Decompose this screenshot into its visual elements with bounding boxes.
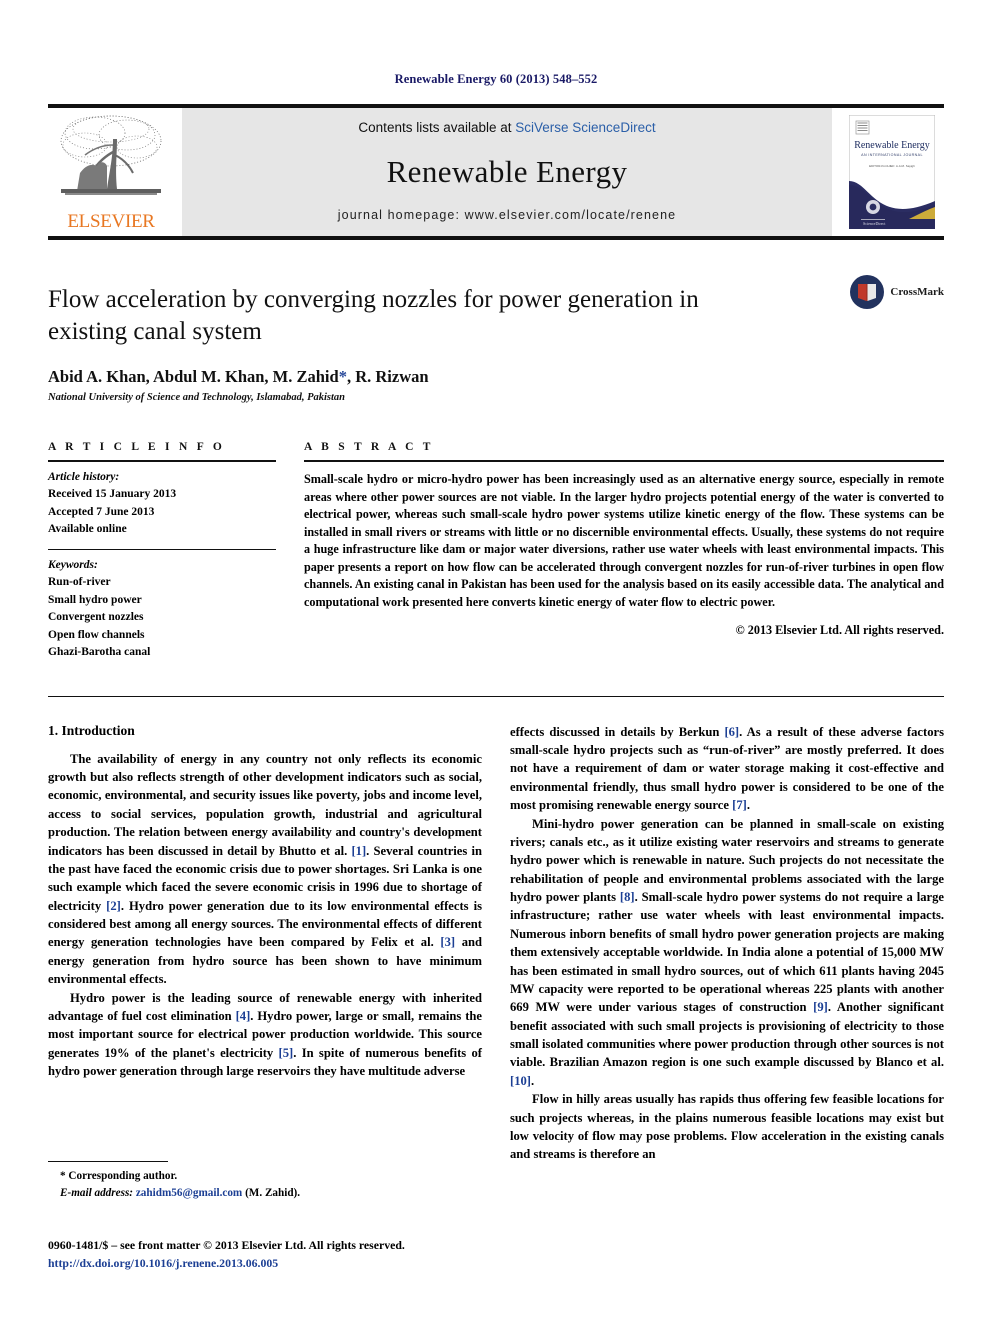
paragraph: The availability of energy in any countr… [48,751,482,987]
journal-cover-thumbnail: Renewable Energy AN INTERNATIONAL JOURNA… [840,108,944,236]
abstract-copyright: © 2013 Elsevier Ltd. All rights reserved… [735,622,944,637]
contents-available-line: Contents lists available at SciVerse Sci… [358,120,655,135]
paragraph: effects discussed in details by Berkun [… [510,724,944,813]
abstract-text: Small-scale hydro or micro-hydro power h… [304,472,944,609]
article-info-rule-top [48,460,276,462]
article-history-item: Available online [48,523,127,536]
article-history-label: Article history: [48,471,120,483]
crossmark-icon [850,275,885,309]
authors-tail: , R. Rizwan [346,367,429,386]
elsevier-logo: ELSEVIER [48,108,174,236]
article-history-group: Article history: Received 15 January 201… [48,469,276,539]
paper-page: Renewable Energy 60 (2013) 548–552 ELSEV… [0,0,992,1323]
imprint-doi-line: http://dx.doi.org/10.1016/j.renene.2013.… [48,1255,548,1273]
citation-ref[interactable]: [9] [813,1000,828,1014]
abstract-heading: A B S T R A C T [304,441,434,453]
citation-ref[interactable]: [1] [351,844,366,858]
crossmark-badge[interactable]: CrossMark [849,274,944,310]
elsevier-tree-icon [60,115,162,195]
cover-image: Renewable Energy AN INTERNATIONAL JOURNA… [849,115,935,229]
journal-band: Contents lists available at SciVerse Sci… [182,108,832,236]
body-column-left: 1. Introduction The availability of ener… [48,723,482,1164]
contents-prefix: Contents lists available at [358,120,516,135]
corresponding-author-marker: * [338,367,347,386]
paragraph: Mini-hydro power generation can be plann… [510,816,944,1088]
body-columns: 1. Introduction The availability of ener… [48,723,944,1164]
paragraph: Flow in hilly areas usually has rapids t… [510,1092,944,1162]
article-info-rule-mid [48,548,276,550]
footnote-rule [48,1161,168,1162]
keyword-item: Ghazi-Barotha canal [48,646,151,659]
citation-ref[interactable]: [7] [732,798,747,812]
imprint-front-matter: 0960-1481/$ – see front matter © 2013 El… [48,1238,405,1252]
footnote-email-line: E-mail address: zahidm56@gmail.com (M. Z… [48,1185,468,1202]
svg-text:EDITOR-IN-CHIEF: A.A.M. Sayigh: EDITOR-IN-CHIEF: A.A.M. Sayigh [869,164,915,168]
keywords-label: Keywords: [48,558,98,571]
body-column-right: effects discussed in details by Berkun [… [510,723,944,1164]
body-separator-rule [48,695,944,697]
citation-ref[interactable]: [10] [510,1074,531,1088]
article-info-heading: A R T I C L E I N F O [48,441,226,453]
keyword-item: Open flow channels [48,628,145,641]
author-list: Abid A. Khan, Abdul M. Khan, M. Zahid*, … [48,367,944,387]
keyword-item: Run-of-river [48,576,111,589]
journal-homepage[interactable]: journal homepage: www.elsevier.com/locat… [338,208,676,222]
abstract-rule-top [304,460,944,462]
title-block: CrossMark Flow acceleration by convergin… [48,275,944,403]
running-head: Renewable Energy 60 (2013) 548–552 [394,72,598,86]
paragraph: Hydro power is the leading source of ren… [48,990,482,1079]
keyword-item: Convergent nozzles [48,611,144,624]
corresponding-author-footnote: * Corresponding author. E-mail address: … [48,1161,468,1202]
article-history-item: Received 15 January 2013 [48,488,177,501]
sciencedirect-link[interactable]: SciVerse ScienceDirect [515,120,655,135]
affiliation: National University of Science and Techn… [48,392,346,403]
imprint-block: 0960-1481/$ – see front matter © 2013 El… [48,1237,548,1272]
page-title: Flow acceleration by converging nozzles … [48,286,699,345]
article-history-item: Accepted 7 June 2013 [48,505,155,518]
citation-ref[interactable]: [8] [620,890,635,904]
footnote-corresponding-line: * Corresponding author. [48,1168,468,1185]
email-link[interactable]: zahidm56@gmail.com [136,1187,242,1199]
email-label: E-mail address: [60,1186,134,1199]
authors-main: Abid A. Khan, Abdul M. Khan, M. Zahid [48,367,339,386]
article-info-column: A R T I C L E I N F O Article history: R… [48,441,276,662]
keywords-group: Keywords: Run-of-river Small hydro power… [48,557,276,662]
citation-ref[interactable]: [4] [236,1009,251,1023]
crossmark-label: CrossMark [890,286,944,298]
section-heading-introduction: 1. Introduction [48,722,135,738]
journal-title: Renewable Energy [386,153,628,189]
svg-text:ScienceDirect: ScienceDirect [863,221,886,226]
citation-ref[interactable]: [3] [440,935,455,949]
citation-ref[interactable]: [2] [106,899,121,913]
citation-ref[interactable]: [5] [279,1046,294,1060]
email-suffix: (M. Zahid). [242,1186,301,1199]
svg-text:AN INTERNATIONAL JOURNAL: AN INTERNATIONAL JOURNAL [861,153,923,157]
citation-ref[interactable]: [6] [724,725,739,739]
abstract-column: A B S T R A C T Small-scale hydro or mic… [304,441,944,662]
keyword-item: Small hydro power [48,593,142,606]
journal-masthead: ELSEVIER Contents lists available at Sci… [48,104,944,240]
svg-text:Renewable Energy: Renewable Energy [854,140,930,151]
elsevier-wordmark: ELSEVIER [67,211,155,232]
info-abstract-region: A R T I C L E I N F O Article history: R… [48,441,944,662]
doi-link[interactable]: http://dx.doi.org/10.1016/j.renene.2013.… [48,1256,278,1270]
footnote-corresponding-text: * Corresponding author. [60,1170,178,1182]
